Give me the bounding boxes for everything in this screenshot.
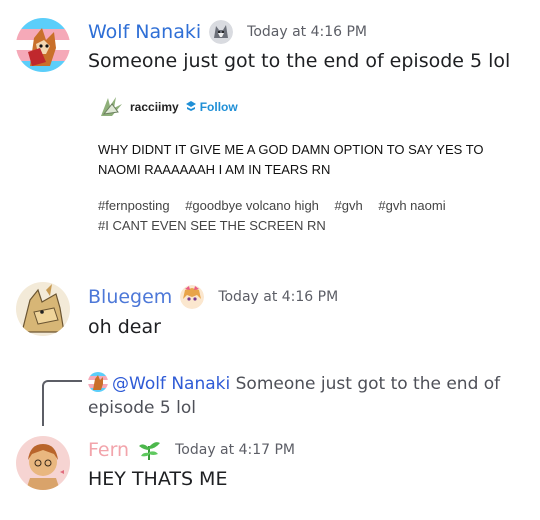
embed-tags: #fernposting #goodbye volcano high #gvh …	[98, 196, 528, 236]
tag[interactable]: #gvh	[335, 198, 363, 213]
timestamp: Today at 4:16 PM	[218, 289, 339, 305]
timestamp: Today at 4:16 PM	[247, 24, 368, 40]
tag[interactable]: #goodbye volcano high	[185, 198, 319, 213]
avatar[interactable]	[16, 282, 70, 336]
tumblr-embed[interactable]: racciimy Follow WHY DIDNT IT GIVE ME A G…	[88, 86, 528, 246]
tag[interactable]: #fernposting	[98, 198, 170, 213]
anime-character-icon	[180, 285, 205, 309]
leaf-icon	[137, 438, 161, 462]
tag[interactable]: #gvh naomi	[378, 198, 445, 213]
reply-connector	[42, 380, 82, 426]
tag[interactable]: #I CANT EVEN SEE THE SCREEN RN	[98, 218, 326, 233]
embed-header: racciimy Follow	[98, 94, 238, 120]
message-text: oh dear	[88, 316, 161, 338]
username[interactable]: Wolf Nanaki	[88, 21, 201, 43]
reply-preview[interactable]: @Wolf Nanaki Someone just got to the end…	[88, 372, 528, 420]
message-text: Someone just got to the end of episode 5…	[88, 50, 511, 72]
embed-post-text: WHY DIDNT IT GIVE ME A GOD DAMN OPTION T…	[98, 142, 484, 177]
wolf-head-icon	[209, 20, 234, 44]
timestamp: Today at 4:17 PM	[175, 442, 295, 458]
message-text: HEY THATS ME	[88, 468, 228, 490]
username[interactable]: Fern	[88, 439, 129, 461]
embed-avatar[interactable]	[98, 94, 124, 120]
embed-username[interactable]: racciimy	[130, 100, 179, 114]
username[interactable]: Bluegem	[88, 286, 172, 308]
embed-follow-button[interactable]: Follow	[185, 100, 238, 115]
reply-mention[interactable]: @Wolf Nanaki	[112, 374, 230, 394]
avatar[interactable]	[16, 18, 70, 72]
follow-label: Follow	[199, 100, 238, 114]
tumblr-follow-icon	[185, 100, 197, 115]
avatar[interactable]	[16, 436, 70, 490]
reply-avatar	[88, 372, 108, 392]
